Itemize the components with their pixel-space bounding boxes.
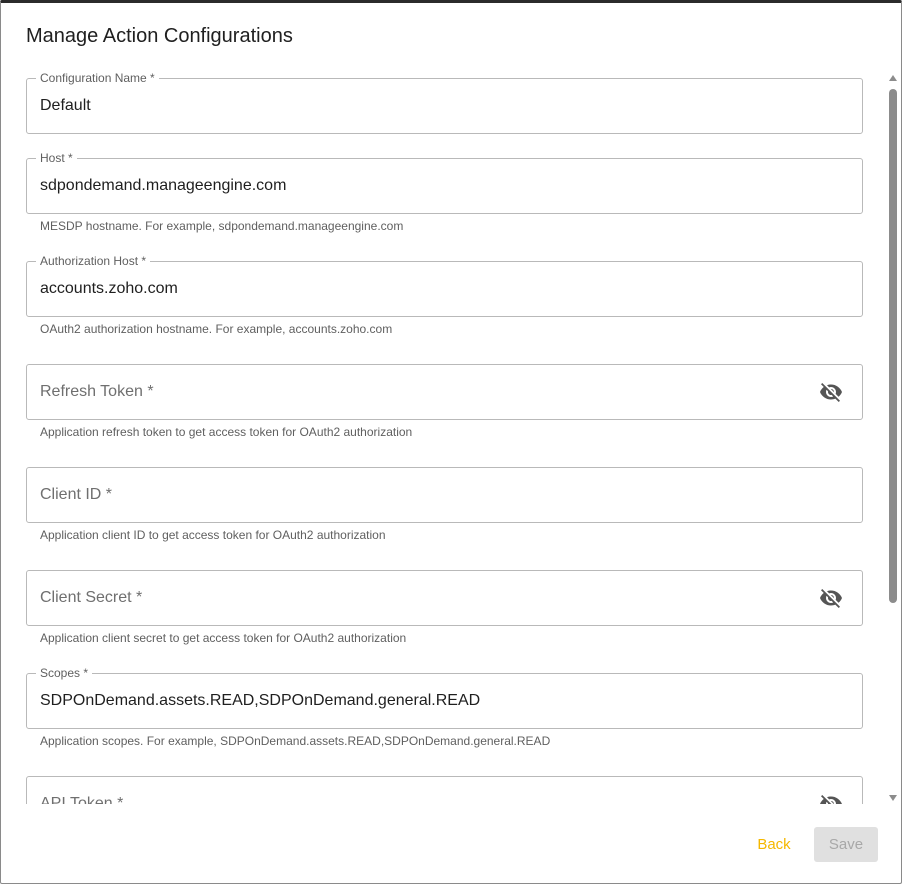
form-scroll-area[interactable]: Configuration Name * Default Host * sdpo… — [1, 71, 901, 804]
scopes-helper-text: Application scopes. For example, SDPOnDe… — [40, 734, 551, 748]
scopes-label: Scopes * — [36, 666, 93, 680]
manage-action-configurations-dialog: Manage Action Configurations Configurati… — [0, 0, 902, 884]
save-button[interactable]: Save — [814, 827, 878, 862]
authorization-host-field[interactable]: Authorization Host * accounts.zoho.com — [26, 254, 863, 317]
eye-off-icon[interactable] — [819, 586, 843, 610]
host-field[interactable]: Host * sdpondemand.manageengine.com — [26, 151, 863, 214]
eye-off-icon[interactable] — [819, 792, 843, 804]
refresh-token-helper-text: Application refresh token to get access … — [40, 425, 413, 439]
host-helper-text: MESDP hostname. For example, sdpondemand… — [40, 219, 404, 233]
configuration-name-label: Configuration Name * — [36, 71, 159, 85]
authorization-host-label: Authorization Host * — [36, 254, 151, 268]
refresh-token-field[interactable]: Refresh Token * — [26, 364, 863, 420]
host-label: Host * — [36, 151, 77, 165]
client-id-helper-text: Application client ID to get access toke… — [40, 528, 386, 542]
api-token-field[interactable]: API Token * — [26, 776, 863, 804]
client-id-input[interactable]: Client ID * — [40, 486, 112, 504]
configuration-name-field[interactable]: Configuration Name * Default — [26, 71, 863, 134]
configuration-name-input[interactable]: Default — [40, 97, 91, 115]
client-secret-field[interactable]: Client Secret * — [26, 570, 863, 626]
scopes-input[interactable]: SDPOnDemand.assets.READ,SDPOnDemand.gene… — [40, 692, 480, 710]
authorization-host-helper-text: OAuth2 authorization hostname. For examp… — [40, 322, 393, 336]
scroll-down-arrow-icon[interactable] — [889, 795, 897, 801]
back-button[interactable]: Back — [746, 827, 802, 861]
refresh-token-input[interactable]: Refresh Token * — [40, 383, 154, 401]
dialog-actions: Back Save — [1, 823, 901, 863]
client-secret-input[interactable]: Client Secret * — [40, 589, 142, 607]
scopes-field[interactable]: Scopes * SDPOnDemand.assets.READ,SDPOnDe… — [26, 666, 863, 729]
host-input[interactable]: sdpondemand.manageengine.com — [40, 177, 286, 195]
client-id-field[interactable]: Client ID * — [26, 467, 863, 523]
scrollbar-thumb[interactable] — [889, 89, 897, 603]
scroll-up-arrow-icon[interactable] — [889, 75, 897, 81]
form-scrollbar[interactable] — [886, 73, 900, 803]
authorization-host-input[interactable]: accounts.zoho.com — [40, 280, 178, 298]
eye-off-icon[interactable] — [819, 380, 843, 404]
client-secret-helper-text: Application client secret to get access … — [40, 631, 407, 645]
dialog-title: Manage Action Configurations — [26, 25, 293, 47]
api-token-input[interactable]: API Token * — [40, 795, 123, 804]
